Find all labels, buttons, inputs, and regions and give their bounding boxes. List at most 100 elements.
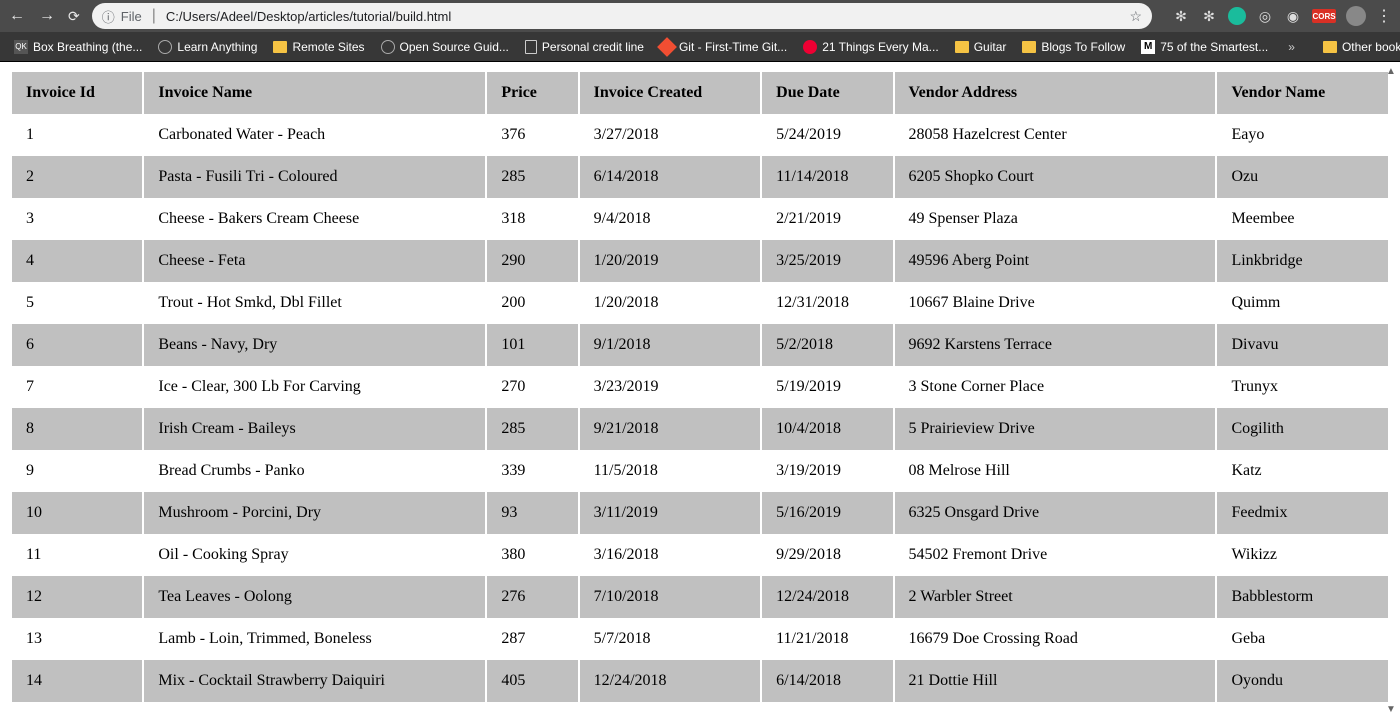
table-cell: Trout - Hot Smkd, Dbl Fillet: [144, 282, 485, 324]
table-cell: 14: [12, 660, 142, 702]
bookmark-label: Open Source Guid...: [400, 40, 509, 54]
url-bar[interactable]: ⓘ File | C:/Users/Adeel/Desktop/articles…: [92, 3, 1152, 29]
table-cell: 6: [12, 324, 142, 366]
table-cell: 290: [487, 240, 577, 282]
table-cell: Cheese - Feta: [144, 240, 485, 282]
table-row: 1Carbonated Water - Peach3763/27/20185/2…: [12, 114, 1388, 156]
url-separator: |: [152, 7, 156, 25]
table-cell: Trunyx: [1217, 366, 1388, 408]
table-cell: Feedmix: [1217, 492, 1388, 534]
site-info-icon[interactable]: ⓘ: [102, 7, 115, 26]
table-header-cell[interactable]: Invoice Id: [12, 72, 142, 114]
table-cell: 1/20/2018: [580, 282, 761, 324]
table-cell: 9692 Karstens Terrace: [895, 324, 1216, 366]
table-row: 12Tea Leaves - Oolong2767/10/201812/24/2…: [12, 576, 1388, 618]
extension-gear-icon-2[interactable]: ✻: [1200, 7, 1218, 25]
table-row: 11Oil - Cooking Spray3803/16/20189/29/20…: [12, 534, 1388, 576]
table-cell: 9/4/2018: [580, 198, 761, 240]
forward-button[interactable]: →: [38, 7, 56, 25]
table-cell: Meembee: [1217, 198, 1388, 240]
table-cell: 285: [487, 156, 577, 198]
table-cell: Quimm: [1217, 282, 1388, 324]
table-row: 14Mix - Cocktail Strawberry Daiquiri4051…: [12, 660, 1388, 702]
table-cell: 54502 Fremont Drive: [895, 534, 1216, 576]
bookmark-item[interactable]: Guitar: [949, 36, 1013, 58]
bookmark-item[interactable]: Personal credit line: [519, 36, 650, 58]
table-cell: 7: [12, 366, 142, 408]
table-cell: 2: [12, 156, 142, 198]
table-cell: 4: [12, 240, 142, 282]
table-header-row: Invoice IdInvoice NamePriceInvoice Creat…: [12, 72, 1388, 114]
folder-icon: [1323, 41, 1337, 53]
bookmark-label: Blogs To Follow: [1041, 40, 1125, 54]
table-row: 2Pasta - Fusili Tri - Coloured2856/14/20…: [12, 156, 1388, 198]
table-cell: 12/24/2018: [762, 576, 892, 618]
bookmark-item[interactable]: Blogs To Follow: [1016, 36, 1131, 58]
table-cell: Wikizz: [1217, 534, 1388, 576]
table-cell: 1: [12, 114, 142, 156]
table-cell: 287: [487, 618, 577, 660]
table-header-cell[interactable]: Vendor Name: [1217, 72, 1388, 114]
table-cell: 1/20/2019: [580, 240, 761, 282]
url-text: C:/Users/Adeel/Desktop/articles/tutorial…: [166, 9, 1124, 24]
bookmark-item[interactable]: Open Source Guid...: [375, 36, 515, 58]
extension-teal-icon[interactable]: [1228, 7, 1246, 25]
table-cell: Babblestorm: [1217, 576, 1388, 618]
extension-cors-icon[interactable]: CORS: [1312, 9, 1336, 23]
bookmark-item[interactable]: 21 Things Every Ma...: [797, 36, 945, 58]
bookmark-label: Git - First-Time Git...: [679, 40, 787, 54]
table-header-cell[interactable]: Vendor Address: [895, 72, 1216, 114]
table-cell: 49596 Aberg Point: [895, 240, 1216, 282]
table-cell: 11/14/2018: [762, 156, 892, 198]
bookmark-star-icon[interactable]: ☆: [1129, 8, 1142, 25]
table-cell: 10667 Blaine Drive: [895, 282, 1216, 324]
extension-camera-icon[interactable]: ◉: [1284, 7, 1302, 25]
scroll-arrow-up-icon[interactable]: ▲: [1384, 64, 1398, 78]
table-cell: 9: [12, 450, 142, 492]
bookmark-item[interactable]: Remote Sites: [267, 36, 370, 58]
bookmark-label: Remote Sites: [292, 40, 364, 54]
table-cell: Cogilith: [1217, 408, 1388, 450]
table-header-cell[interactable]: Invoice Created: [580, 72, 761, 114]
other-bookmarks[interactable]: Other bookmarks: [1317, 36, 1400, 58]
more-menu-icon[interactable]: ⋮: [1376, 6, 1392, 26]
bookmark-overflow-icon[interactable]: »: [1282, 40, 1301, 54]
extension-icons: ✻ ✻ ◎ ◉ CORS ⋮: [1164, 6, 1392, 26]
table-cell: 276: [487, 576, 577, 618]
profile-avatar[interactable]: [1346, 6, 1366, 26]
browser-toolbar: ← → ⟳ ⓘ File | C:/Users/Adeel/Desktop/ar…: [0, 0, 1400, 32]
scroll-arrow-down-icon[interactable]: ▼: [1384, 702, 1398, 716]
bookmark-item[interactable]: QKBox Breathing (the...: [8, 36, 148, 58]
table-cell: 6/14/2018: [762, 660, 892, 702]
table-cell: 3: [12, 198, 142, 240]
table-header-cell[interactable]: Due Date: [762, 72, 892, 114]
bookmark-item[interactable]: Learn Anything: [152, 36, 263, 58]
table-cell: 270: [487, 366, 577, 408]
table-header-cell[interactable]: Invoice Name: [144, 72, 485, 114]
table-cell: 5/16/2019: [762, 492, 892, 534]
table-cell: Tea Leaves - Oolong: [144, 576, 485, 618]
table-cell: 9/1/2018: [580, 324, 761, 366]
table-cell: 5/24/2019: [762, 114, 892, 156]
table-header-cell[interactable]: Price: [487, 72, 577, 114]
table-cell: 3 Stone Corner Place: [895, 366, 1216, 408]
table-cell: 318: [487, 198, 577, 240]
table-cell: 6/14/2018: [580, 156, 761, 198]
table-row: 4Cheese - Feta2901/20/20193/25/201949596…: [12, 240, 1388, 282]
table-cell: Linkbridge: [1217, 240, 1388, 282]
bookmark-item[interactable]: Git - First-Time Git...: [654, 36, 793, 58]
qk-icon: QK: [14, 40, 28, 54]
table-body: 1Carbonated Water - Peach3763/27/20185/2…: [12, 114, 1388, 702]
reload-button[interactable]: ⟳: [68, 8, 80, 25]
circle-icon: [158, 40, 172, 54]
table-row: 10Mushroom - Porcini, Dry933/11/20195/16…: [12, 492, 1388, 534]
table-cell: Oil - Cooking Spray: [144, 534, 485, 576]
extension-target-icon[interactable]: ◎: [1256, 7, 1274, 25]
table-cell: 3/19/2019: [762, 450, 892, 492]
table-cell: 12: [12, 576, 142, 618]
table-cell: 10: [12, 492, 142, 534]
back-button[interactable]: ←: [8, 7, 26, 25]
url-source-label: File: [121, 9, 142, 24]
extension-gear-icon-1[interactable]: ✻: [1172, 7, 1190, 25]
bookmark-item[interactable]: M75 of the Smartest...: [1135, 36, 1274, 58]
